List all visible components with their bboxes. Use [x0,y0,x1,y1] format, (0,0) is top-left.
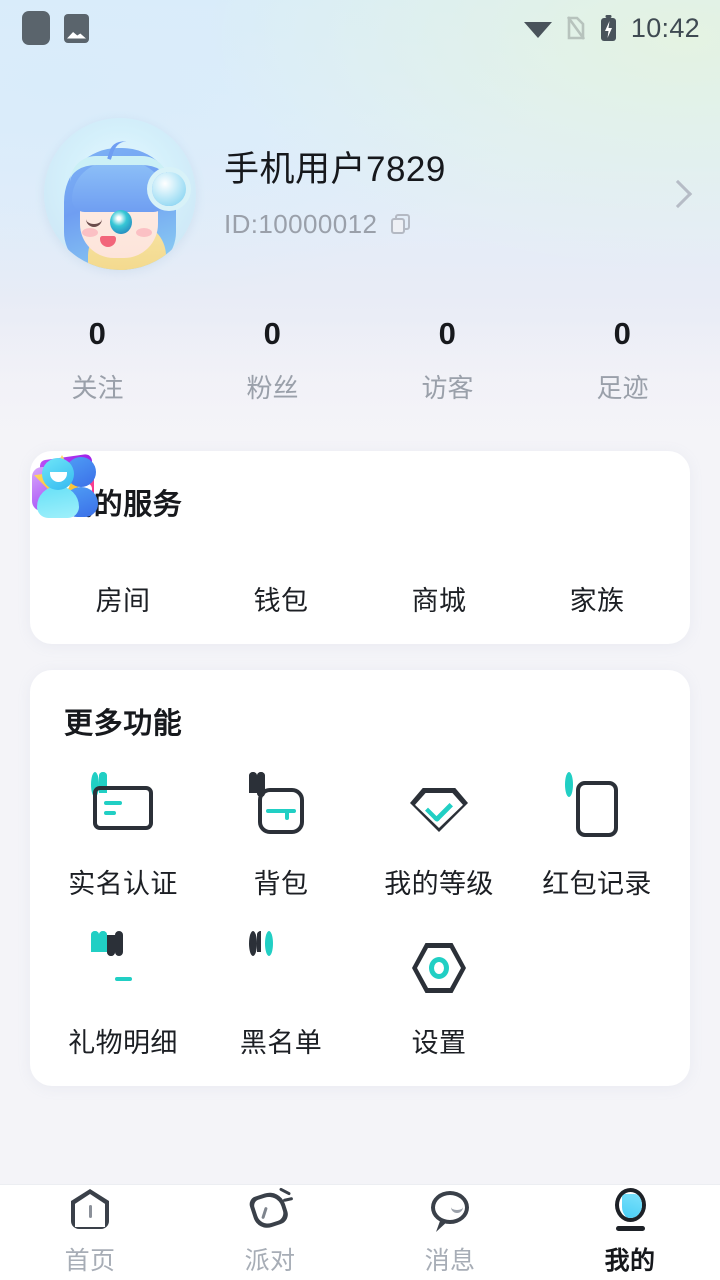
stat-label: 关注 [71,373,124,403]
service-item-wallet[interactable]: 钱包 [32,453,360,618]
status-bar: 10:42 [0,0,720,56]
app-square-icon [22,11,50,45]
function-item-realname[interactable]: 实名认证 [44,742,202,901]
avatar-blush-right [136,228,152,237]
user-id-row[interactable]: ID:10000012 [224,209,668,240]
function-label: 红包记录 [542,869,652,899]
copy-icon[interactable] [391,213,411,235]
service-label: 房间 [95,586,151,616]
profile-icon [607,1188,653,1232]
function-item-empty [518,901,676,1060]
message-icon [427,1188,473,1232]
service-label: 商城 [411,586,467,616]
function-item-level[interactable]: 我的等级 [360,742,518,901]
service-label: 家族 [569,586,625,616]
more-functions-grid: 实名认证 背包 我的等级 红包记录 礼物明细 黑名单 设置 [30,742,690,1060]
bottom-tab-bar: 首页 派对 消息 我的 [0,1184,720,1280]
function-item-gift-detail[interactable]: 礼物明细 [44,901,202,1060]
blocked-user-icon [249,931,313,999]
family-icon [34,455,98,519]
avatar-headphone [152,172,186,206]
tab-messages[interactable]: 消息 [360,1185,540,1280]
stat-label: 足迹 [596,373,649,403]
more-functions-title: 更多功能 [64,708,183,740]
function-label: 设置 [411,1028,467,1058]
gift-box-icon [91,931,155,999]
chevron-right-icon[interactable] [663,179,693,209]
user-name: 手机用户7829 [224,149,446,189]
function-item-backpack[interactable]: 背包 [202,742,360,901]
avatar-eye [110,210,132,234]
settings-hexagon-icon [407,935,471,999]
tab-label: 消息 [424,1247,476,1275]
stat-value: 0 [88,316,107,351]
level-diamond-icon [407,776,471,840]
sim-off-icon [566,16,585,40]
stat-label: 粉丝 [246,373,299,403]
avatar-blush-left [82,228,98,237]
battery-charging-icon [600,14,616,41]
service-item-mall[interactable]: 商城 [34,455,518,618]
status-bar-left [22,11,89,45]
function-item-settings[interactable]: 设置 [360,901,518,1060]
user-id: ID:10000012 [224,208,378,239]
more-functions-card: 更多功能 实名认证 背包 我的等级 红包记录 礼物明细 黑名单 设置 [30,670,690,1086]
function-label: 我的等级 [384,869,494,899]
status-bar-clock: 10:42 [630,12,700,43]
profile-text: 手机用户7829 ID:10000012 [224,149,668,240]
stat-following[interactable]: 0 关注 [10,316,185,405]
function-label: 背包 [253,869,309,899]
service-item-family[interactable]: 家族 [37,457,676,618]
stat-fans[interactable]: 0 粉丝 [185,316,360,405]
home-icon [67,1188,113,1232]
profile-header[interactable]: 手机用户7829 ID:10000012 [0,56,720,270]
status-bar-right: 10:42 [523,13,700,44]
tab-label: 我的 [604,1247,656,1275]
function-label: 黑名单 [239,1028,323,1058]
stat-footprints[interactable]: 0 足迹 [535,316,710,405]
stats-row: 0 关注 0 粉丝 0 访客 0 足迹 [0,316,720,405]
wifi-icon [523,22,552,38]
service-label: 钱包 [253,586,309,616]
function-item-blacklist[interactable]: 黑名单 [202,901,360,1060]
tab-party[interactable]: 派对 [180,1185,360,1280]
id-card-icon [91,772,155,840]
services-grid: 房间 钱包 商城 家族 [30,453,690,618]
stat-visitors[interactable]: 0 访客 [360,316,535,405]
backpack-icon [249,772,313,840]
function-label: 礼物明细 [68,1028,178,1058]
stat-label: 访客 [421,373,474,403]
function-item-redpacket[interactable]: 红包记录 [518,742,676,901]
stat-value: 0 [263,316,282,351]
stat-value: 0 [613,316,632,351]
image-icon [64,13,89,43]
stat-value: 0 [438,316,457,351]
service-item-room[interactable]: 房间 [34,457,202,618]
tab-label: 派对 [244,1247,296,1275]
function-label: 实名认证 [68,869,178,899]
tab-profile[interactable]: 我的 [540,1185,720,1280]
services-card: 我的服务 房间 钱包 商城 家族 [30,451,690,644]
app-screen: 10:42 手机用户7829 ID:10000012 0 关注 0 粉丝 0 访… [0,0,720,1280]
red-packet-icon [565,772,629,840]
tab-label: 首页 [64,1247,116,1275]
party-icon [247,1187,294,1232]
avatar[interactable] [44,118,196,270]
services-title: 我的服务 [64,489,183,521]
tab-home[interactable]: 首页 [0,1185,180,1280]
